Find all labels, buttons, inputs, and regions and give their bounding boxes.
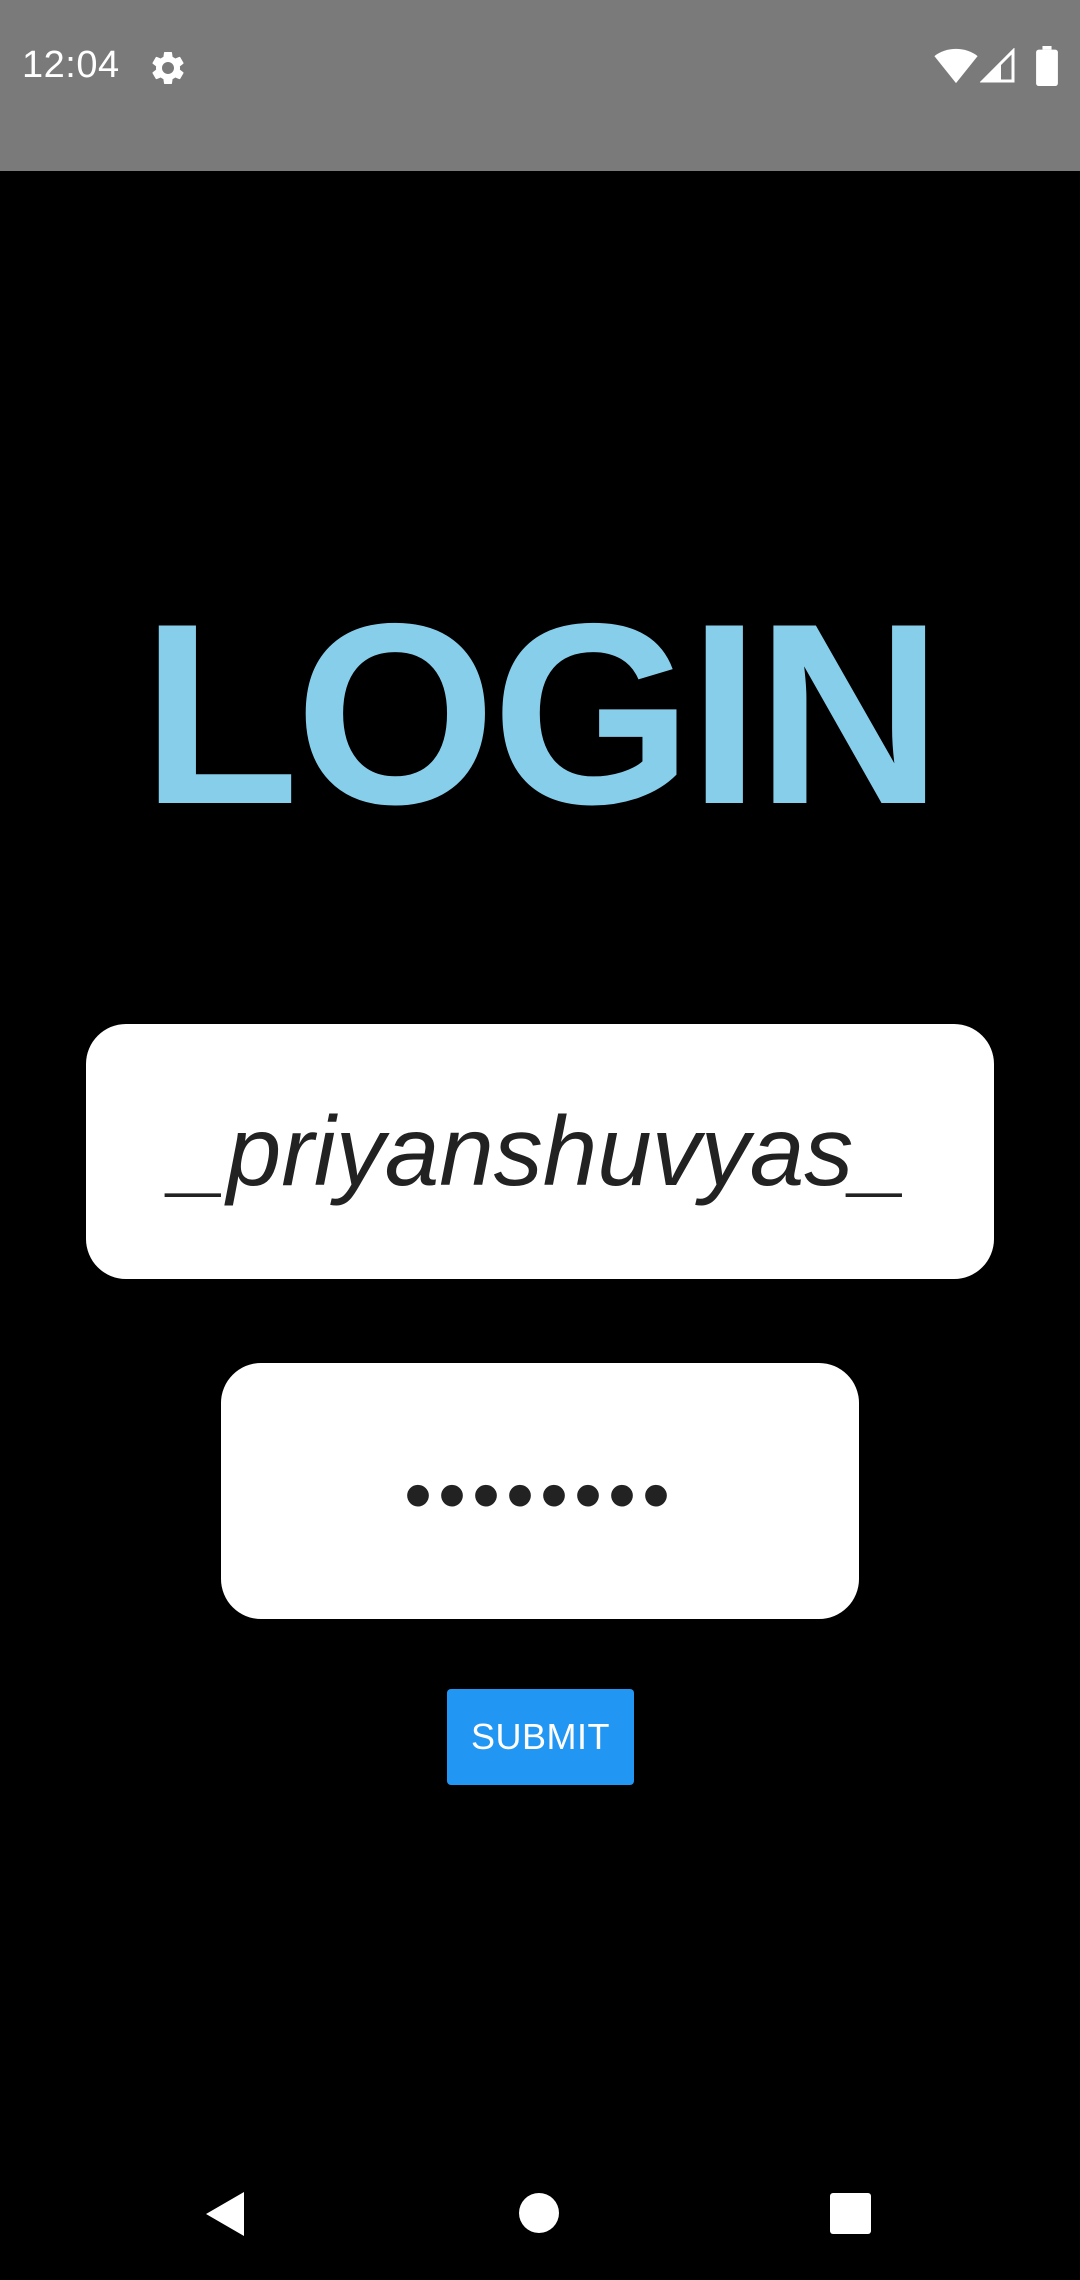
password-input[interactable]: •••••••• [221, 1363, 859, 1619]
status-time: 12:04 [22, 44, 120, 86]
cell-signal-icon [980, 48, 1015, 83]
status-bar: 12:04 [0, 0, 1080, 171]
username-input[interactable]: _priyanshuvyas_ [86, 1024, 994, 1279]
battery-icon [1036, 46, 1058, 86]
gear-icon [152, 51, 184, 84]
submit-button[interactable]: SUBMIT [447, 1689, 634, 1785]
page-title: LOGIN [141, 569, 943, 858]
recents-icon[interactable] [829, 2192, 872, 2235]
home-icon[interactable] [518, 2192, 560, 2234]
navigation-bar [0, 2136, 1080, 2280]
back-icon[interactable] [204, 2190, 246, 2238]
login-screen: 12:04 LOGIN _priyanshuvyas_ •••••••• SUB… [0, 0, 1080, 2280]
wifi-icon [934, 48, 978, 84]
